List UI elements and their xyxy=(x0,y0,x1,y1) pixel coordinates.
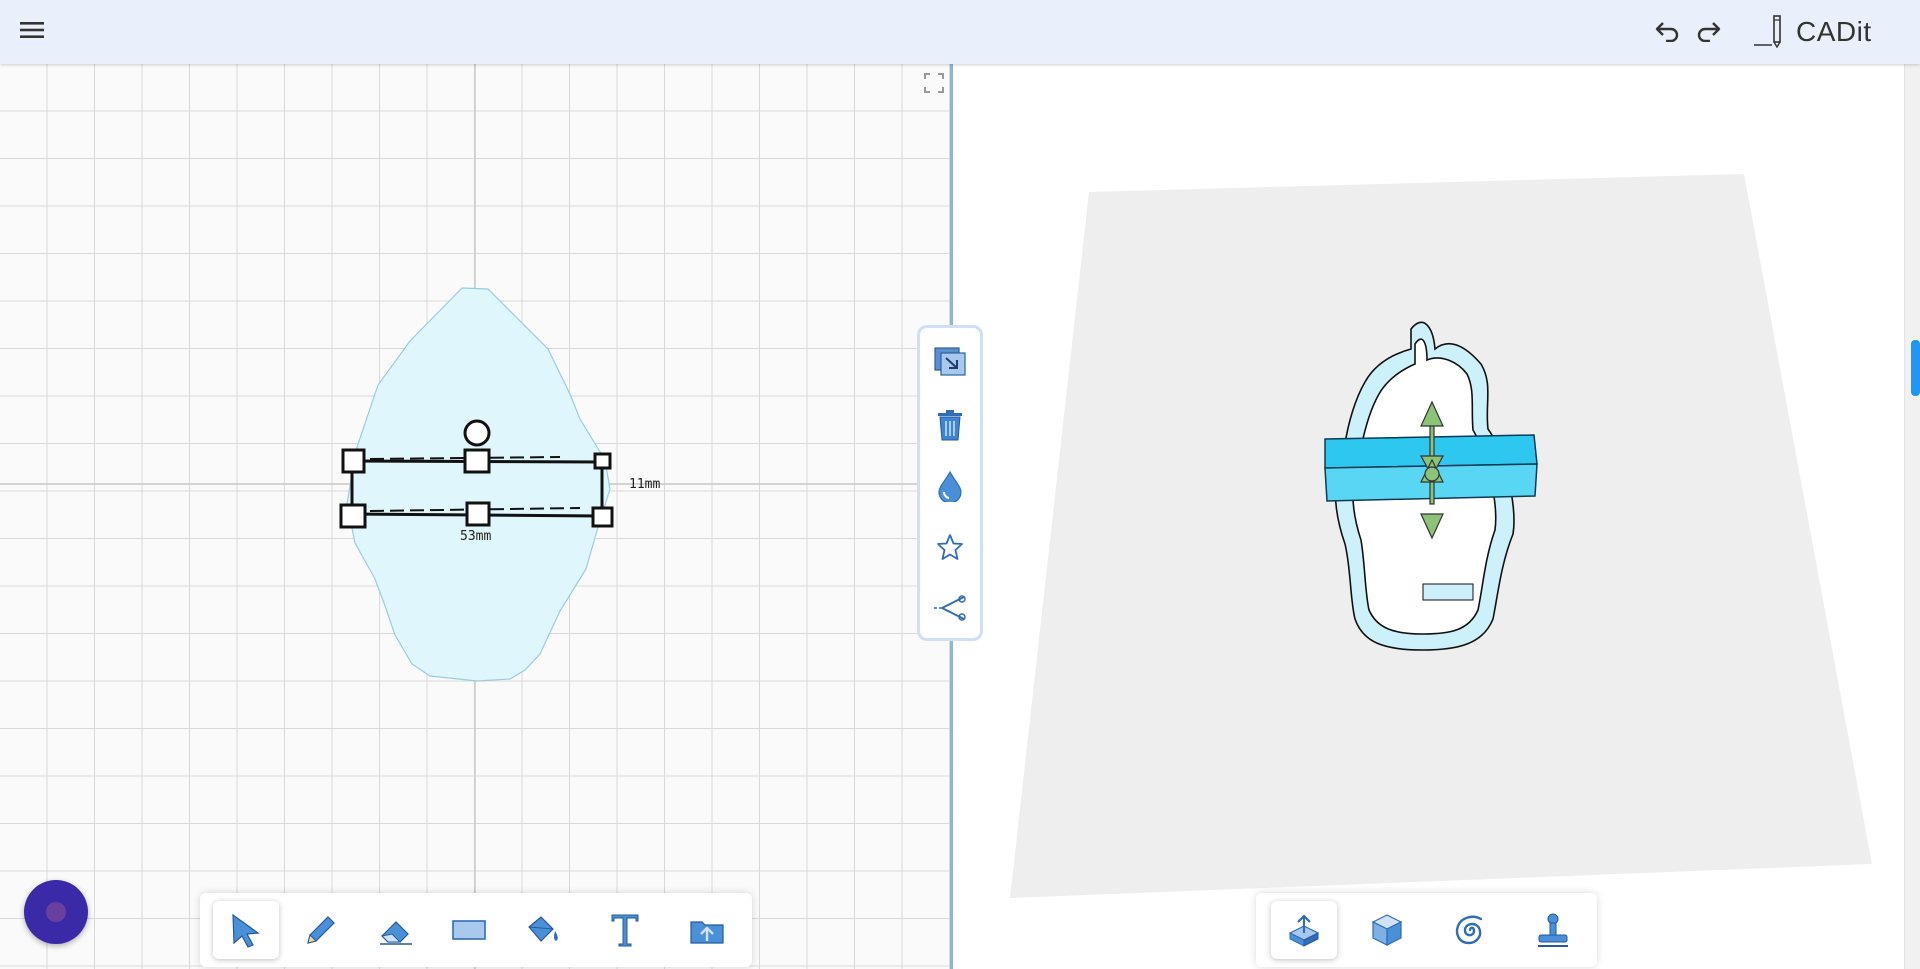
text-icon[interactable] xyxy=(592,901,658,959)
resize-handle[interactable] xyxy=(591,506,614,528)
extrude-icon[interactable] xyxy=(1271,901,1337,959)
sketch-drawing xyxy=(0,64,950,969)
hamburger-menu-icon[interactable] xyxy=(14,12,50,48)
pencil-logo-icon xyxy=(1752,12,1786,53)
star-icon[interactable] xyxy=(920,523,980,571)
height-dimension-label: 11mm xyxy=(629,477,661,492)
resize-handle[interactable] xyxy=(341,448,366,474)
brand: CADit xyxy=(1752,10,1872,54)
app-title: CADit xyxy=(1796,16,1872,47)
redo-icon[interactable] xyxy=(1690,12,1726,48)
resize-handle[interactable] xyxy=(465,501,491,527)
assistant-dot-icon xyxy=(46,902,66,922)
sketch-canvas[interactable]: 11mm 53mm xyxy=(0,64,950,969)
folder-upload-icon[interactable] xyxy=(674,901,740,959)
trash-icon[interactable] xyxy=(920,401,980,449)
fullscreen-left-icon[interactable] xyxy=(923,72,945,94)
resize-handle[interactable] xyxy=(593,452,612,470)
resize-handle[interactable] xyxy=(463,448,491,474)
scrollbar-thumb[interactable] xyxy=(1911,340,1920,396)
context-toolbar xyxy=(917,325,983,641)
resize-handle[interactable] xyxy=(339,503,367,529)
stamp-icon[interactable] xyxy=(1520,901,1586,959)
copy-layer-icon[interactable] xyxy=(920,338,980,386)
3d-viewport[interactable] xyxy=(953,64,1904,969)
draw-toolbar xyxy=(200,893,752,967)
undo-icon[interactable] xyxy=(1650,12,1686,48)
3d-scene xyxy=(1010,174,1872,898)
width-dimension-label: 53mm xyxy=(460,529,492,544)
rectangle-icon[interactable] xyxy=(436,901,502,959)
sketch-shape[interactable] xyxy=(346,287,611,682)
scissors-icon[interactable] xyxy=(920,584,980,632)
assistant-fab[interactable] xyxy=(24,880,88,944)
droplet-icon[interactable] xyxy=(920,462,980,510)
eraser-icon[interactable] xyxy=(363,901,429,959)
scrollbar[interactable] xyxy=(1904,64,1920,969)
cube-icon[interactable] xyxy=(1354,901,1420,959)
model-toolbar xyxy=(1256,893,1597,967)
select-arrow-icon[interactable] xyxy=(213,901,279,959)
rotate-handle[interactable] xyxy=(463,419,491,447)
top-bar: CADit xyxy=(0,0,1920,64)
paint-bucket-icon[interactable] xyxy=(510,901,576,959)
pencil-icon[interactable] xyxy=(288,901,354,959)
spiral-icon[interactable] xyxy=(1437,901,1503,959)
